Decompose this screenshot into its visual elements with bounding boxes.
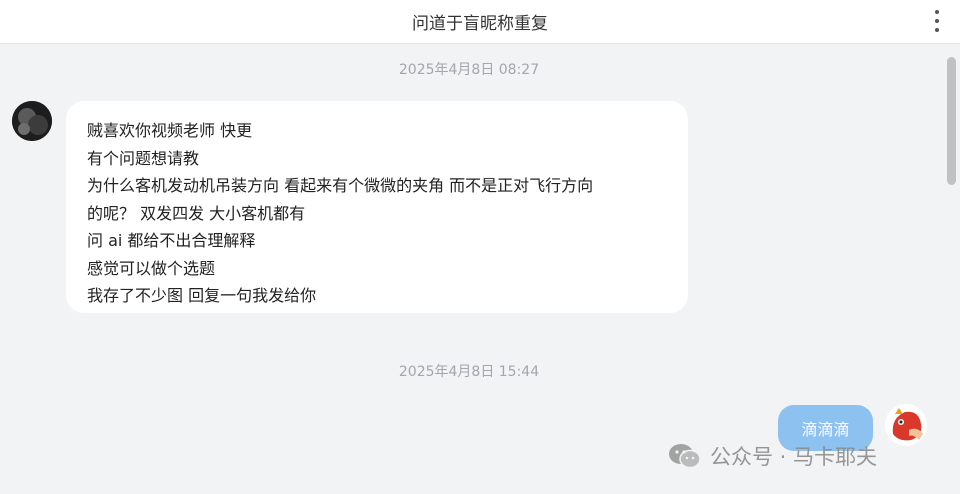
scrollbar-thumb[interactable] — [947, 57, 956, 185]
watermark-text: 公众号 · 马卡耶夫 — [710, 445, 878, 469]
message-line: 我存了不少图 回复一句我发给你 — [87, 286, 317, 305]
timestamp: 2025年4月8日 08:27 — [398, 62, 540, 78]
avatar[interactable] — [885, 404, 927, 446]
message-line: 的呢？ 双发四发 大小客机都有 — [87, 203, 306, 223]
scrollbar[interactable] — [944, 44, 960, 494]
wechat-icon — [669, 444, 701, 469]
message-line: 贼喜欢你视频老师 快更 — [87, 121, 253, 140]
chat-title: 问道于盲昵称重复 — [412, 14, 548, 34]
watermark: 公众号 · 马卡耶夫 — [668, 441, 877, 471]
message-line: 感觉可以做个选题 — [87, 258, 216, 278]
message-line: 为什么客机发动机吊装方向 看起来有个微微的夹角 而不是正对飞行方向 — [87, 176, 594, 195]
avatar[interactable] — [12, 101, 52, 141]
message-line: 有个问题想请教 — [87, 148, 200, 168]
chat-header: 问道于盲昵称重复 — [0, 0, 960, 44]
message-line: 问 ai 都给不出合理解释 — [87, 231, 256, 250]
message-bubble-received[interactable]: 贼喜欢你视频老师 快更 有个问题想请教 为什么客机发动机吊装方向 看起来有个微微… — [66, 101, 688, 313]
more-options-icon[interactable] — [932, 10, 942, 32]
timestamp: 2025年4月8日 15:44 — [398, 364, 540, 380]
